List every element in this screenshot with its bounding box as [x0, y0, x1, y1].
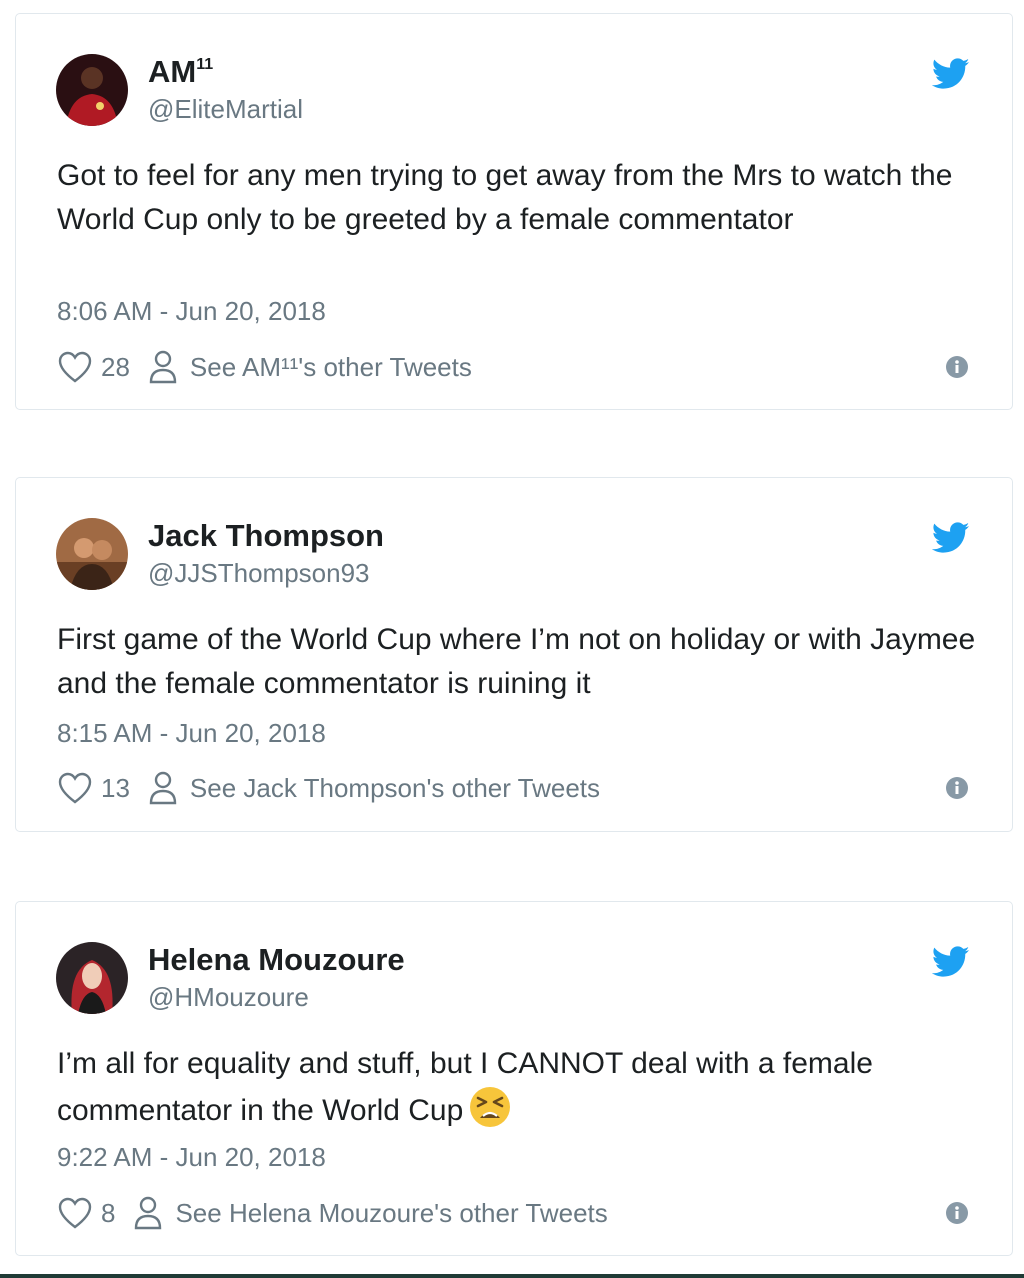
handle[interactable]: @JJSThompson93 — [148, 558, 370, 589]
display-name[interactable]: Jack Thompson — [148, 518, 384, 554]
like-count[interactable]: 28 — [101, 352, 130, 383]
see-other-tweets-link[interactable]: See Jack Thompson's other Tweets — [190, 773, 600, 804]
timestamp-link[interactable]: 8:06 AM - Jun 20, 2018 — [57, 296, 326, 327]
timestamp-link[interactable]: 9:22 AM - Jun 20, 2018 — [57, 1142, 326, 1173]
twitter-bird-icon[interactable] — [932, 58, 970, 90]
heart-icon[interactable] — [57, 350, 93, 384]
like-count[interactable]: 13 — [101, 773, 130, 804]
see-other-tweets-link[interactable]: See AM¹¹'s other Tweets — [190, 352, 472, 383]
person-icon[interactable] — [133, 1195, 163, 1231]
handle[interactable]: @HMouzoure — [148, 982, 309, 1013]
info-icon[interactable] — [946, 1202, 968, 1224]
tweet-actions: 8 See Helena Mouzoure's other Tweets — [57, 1193, 608, 1233]
see-other-tweets-link[interactable]: See Helena Mouzoure's other Tweets — [175, 1198, 607, 1229]
info-icon[interactable] — [946, 356, 968, 378]
twitter-bird-icon[interactable] — [932, 522, 970, 554]
tweet-text: I’m all for equality and stuff, but I CA… — [57, 1047, 873, 1127]
avatar[interactable] — [56, 54, 128, 126]
tweet-text: First game of the World Cup where I’m no… — [57, 623, 976, 700]
tired-face-emoji-icon — [470, 1087, 511, 1127]
bottom-divider — [0, 1274, 1024, 1278]
person-icon[interactable] — [148, 770, 178, 806]
timestamp-link[interactable]: 8:15 AM - Jun 20, 2018 — [57, 718, 326, 749]
tweet-text: Got to feel for any men trying to get aw… — [57, 159, 953, 236]
handle[interactable]: @EliteMartial — [148, 94, 303, 125]
display-name[interactable]: AM11 — [148, 54, 213, 90]
twitter-bird-icon[interactable] — [932, 946, 970, 978]
avatar[interactable] — [56, 942, 128, 1014]
avatar[interactable] — [56, 518, 128, 590]
heart-icon[interactable] — [57, 1196, 93, 1230]
tweet-actions: 28 See AM¹¹'s other Tweets — [57, 347, 472, 387]
person-icon[interactable] — [148, 349, 178, 385]
display-name[interactable]: Helena Mouzoure — [148, 942, 405, 978]
heart-icon[interactable] — [57, 771, 93, 805]
info-icon[interactable] — [946, 777, 968, 799]
tweet-card[interactable]: AM11 @EliteMartial Got to feel for any m… — [15, 13, 1013, 410]
like-count[interactable]: 8 — [101, 1198, 115, 1229]
tweet-actions: 13 See Jack Thompson's other Tweets — [57, 768, 600, 808]
tweet-card[interactable]: Helena Mouzoure @HMouzoure I’m all for e… — [15, 901, 1013, 1256]
tweet-card[interactable]: Jack Thompson @JJSThompson93 First game … — [15, 477, 1013, 832]
